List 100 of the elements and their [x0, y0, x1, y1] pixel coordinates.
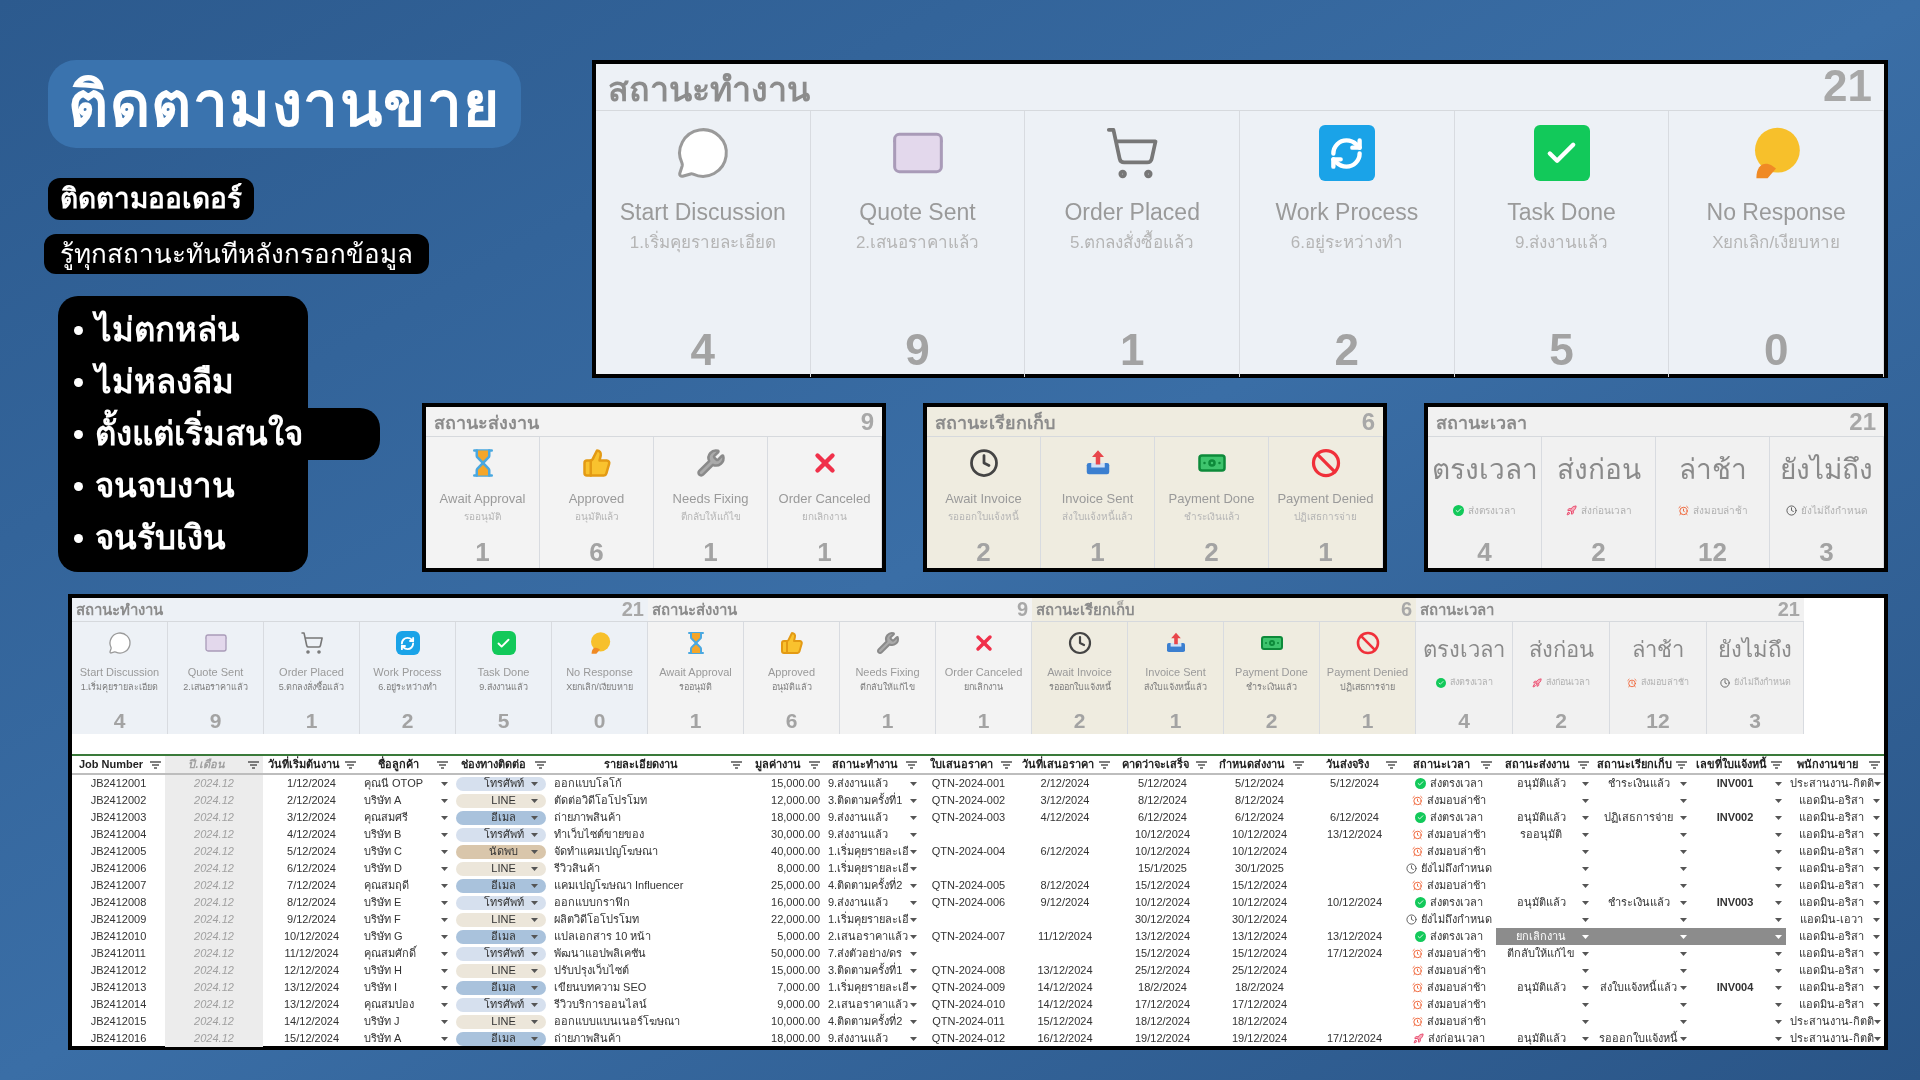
- dropdown-arrow-icon[interactable]: [1680, 917, 1687, 922]
- dropdown-arrow-icon[interactable]: [1680, 781, 1687, 786]
- dropdown-arrow-icon[interactable]: [1582, 934, 1589, 939]
- dropdown-arrow-icon[interactable]: [910, 1019, 917, 1024]
- channel-dropdown[interactable]: โทรศัพท์: [456, 776, 546, 791]
- dropdown-arrow-icon[interactable]: [910, 1002, 917, 1007]
- dropdown-arrow-icon[interactable]: [531, 951, 538, 956]
- dropdown-arrow-icon[interactable]: [1582, 968, 1589, 973]
- dropdown-arrow-icon[interactable]: [1775, 900, 1782, 905]
- dropdown-arrow-icon[interactable]: [441, 934, 448, 939]
- filter-icon[interactable]: [1869, 760, 1880, 769]
- dropdown-arrow-icon[interactable]: [531, 900, 538, 905]
- filter-icon[interactable]: [1771, 760, 1782, 769]
- filter-icon[interactable]: [437, 760, 448, 769]
- dropdown-arrow-icon[interactable]: [1680, 866, 1687, 871]
- dropdown-arrow-icon[interactable]: [1775, 866, 1782, 871]
- dropdown-arrow-icon[interactable]: [531, 1019, 538, 1024]
- dropdown-arrow-icon[interactable]: [1775, 1019, 1782, 1024]
- dropdown-arrow-icon[interactable]: [1873, 985, 1880, 990]
- dropdown-arrow-icon[interactable]: [1582, 900, 1589, 905]
- dropdown-arrow-icon[interactable]: [1680, 900, 1687, 905]
- filter-icon[interactable]: [1196, 760, 1207, 769]
- dropdown-arrow-icon[interactable]: [1775, 1036, 1782, 1041]
- dropdown-arrow-icon[interactable]: [1873, 849, 1880, 854]
- dropdown-arrow-icon[interactable]: [441, 883, 448, 888]
- dropdown-arrow-icon[interactable]: [531, 815, 538, 820]
- dropdown-arrow-icon[interactable]: [1680, 968, 1687, 973]
- dropdown-arrow-icon[interactable]: [441, 900, 448, 905]
- dropdown-arrow-icon[interactable]: [441, 951, 448, 956]
- dropdown-arrow-icon[interactable]: [1775, 883, 1782, 888]
- dropdown-arrow-icon[interactable]: [441, 849, 448, 854]
- dropdown-arrow-icon[interactable]: [1582, 1036, 1589, 1041]
- dropdown-arrow-icon[interactable]: [1775, 985, 1782, 990]
- dropdown-arrow-icon[interactable]: [1873, 832, 1880, 837]
- filter-icon[interactable]: [150, 760, 161, 769]
- dropdown-arrow-icon[interactable]: [1680, 951, 1687, 956]
- filter-icon[interactable]: [1386, 760, 1397, 769]
- dropdown-arrow-icon[interactable]: [910, 900, 917, 905]
- dropdown-arrow-icon[interactable]: [1680, 883, 1687, 888]
- dropdown-arrow-icon[interactable]: [1775, 849, 1782, 854]
- dropdown-arrow-icon[interactable]: [1873, 798, 1880, 803]
- dropdown-arrow-icon[interactable]: [1873, 1036, 1881, 1041]
- dropdown-arrow-icon[interactable]: [910, 883, 917, 888]
- dropdown-arrow-icon[interactable]: [910, 815, 917, 820]
- dropdown-arrow-icon[interactable]: [910, 917, 917, 922]
- dropdown-arrow-icon[interactable]: [531, 1002, 538, 1007]
- dropdown-arrow-icon[interactable]: [1873, 866, 1880, 871]
- dropdown-arrow-icon[interactable]: [441, 1036, 448, 1041]
- dropdown-arrow-icon[interactable]: [531, 883, 538, 888]
- dropdown-arrow-icon[interactable]: [531, 934, 538, 939]
- filter-icon[interactable]: [1676, 760, 1687, 769]
- dropdown-arrow-icon[interactable]: [441, 1019, 448, 1024]
- dropdown-arrow-icon[interactable]: [1775, 951, 1782, 956]
- dropdown-arrow-icon[interactable]: [531, 1036, 538, 1041]
- dropdown-arrow-icon[interactable]: [531, 781, 538, 786]
- dropdown-arrow-icon[interactable]: [531, 917, 538, 922]
- dropdown-arrow-icon[interactable]: [1582, 883, 1589, 888]
- dropdown-arrow-icon[interactable]: [910, 951, 917, 956]
- filter-icon[interactable]: [535, 760, 546, 769]
- dropdown-arrow-icon[interactable]: [441, 798, 448, 803]
- dropdown-arrow-icon[interactable]: [910, 832, 917, 837]
- filter-icon[interactable]: [345, 760, 356, 769]
- dropdown-arrow-icon[interactable]: [441, 985, 448, 990]
- filter-icon[interactable]: [809, 760, 820, 769]
- filter-icon[interactable]: [1293, 760, 1304, 769]
- dropdown-arrow-icon[interactable]: [1873, 934, 1880, 939]
- dropdown-arrow-icon[interactable]: [1873, 917, 1880, 922]
- channel-dropdown[interactable]: LINE: [456, 861, 546, 876]
- filter-icon[interactable]: [906, 760, 917, 769]
- dropdown-arrow-icon[interactable]: [1582, 798, 1589, 803]
- dropdown-arrow-icon[interactable]: [1680, 1036, 1687, 1041]
- dropdown-arrow-icon[interactable]: [1775, 917, 1782, 922]
- dropdown-arrow-icon[interactable]: [910, 866, 917, 871]
- dropdown-arrow-icon[interactable]: [1873, 883, 1880, 888]
- dropdown-arrow-icon[interactable]: [910, 781, 917, 786]
- channel-dropdown[interactable]: โทรศัพท์: [456, 895, 546, 910]
- dropdown-arrow-icon[interactable]: [1582, 1002, 1589, 1007]
- channel-dropdown[interactable]: อีเมล: [456, 810, 546, 825]
- dropdown-arrow-icon[interactable]: [1582, 951, 1589, 956]
- dropdown-arrow-icon[interactable]: [1873, 1019, 1881, 1024]
- dropdown-arrow-icon[interactable]: [531, 985, 538, 990]
- dropdown-arrow-icon[interactable]: [1680, 849, 1687, 854]
- channel-dropdown[interactable]: LINE: [456, 963, 546, 978]
- channel-dropdown[interactable]: LINE: [456, 912, 546, 927]
- channel-dropdown[interactable]: โทรศัพท์: [456, 946, 546, 961]
- dropdown-arrow-icon[interactable]: [441, 917, 448, 922]
- dropdown-arrow-icon[interactable]: [910, 1036, 917, 1041]
- filter-icon[interactable]: [1099, 760, 1110, 769]
- dropdown-arrow-icon[interactable]: [531, 798, 538, 803]
- dropdown-arrow-icon[interactable]: [441, 1002, 448, 1007]
- dropdown-arrow-icon[interactable]: [441, 815, 448, 820]
- dropdown-arrow-icon[interactable]: [531, 849, 538, 854]
- dropdown-arrow-icon[interactable]: [1680, 815, 1687, 820]
- dropdown-arrow-icon[interactable]: [1873, 968, 1880, 973]
- dropdown-arrow-icon[interactable]: [1582, 1019, 1589, 1024]
- dropdown-arrow-icon[interactable]: [1873, 1002, 1880, 1007]
- dropdown-arrow-icon[interactable]: [1775, 781, 1782, 786]
- dropdown-arrow-icon[interactable]: [1582, 917, 1589, 922]
- dropdown-arrow-icon[interactable]: [1775, 832, 1782, 837]
- dropdown-arrow-icon[interactable]: [1680, 832, 1687, 837]
